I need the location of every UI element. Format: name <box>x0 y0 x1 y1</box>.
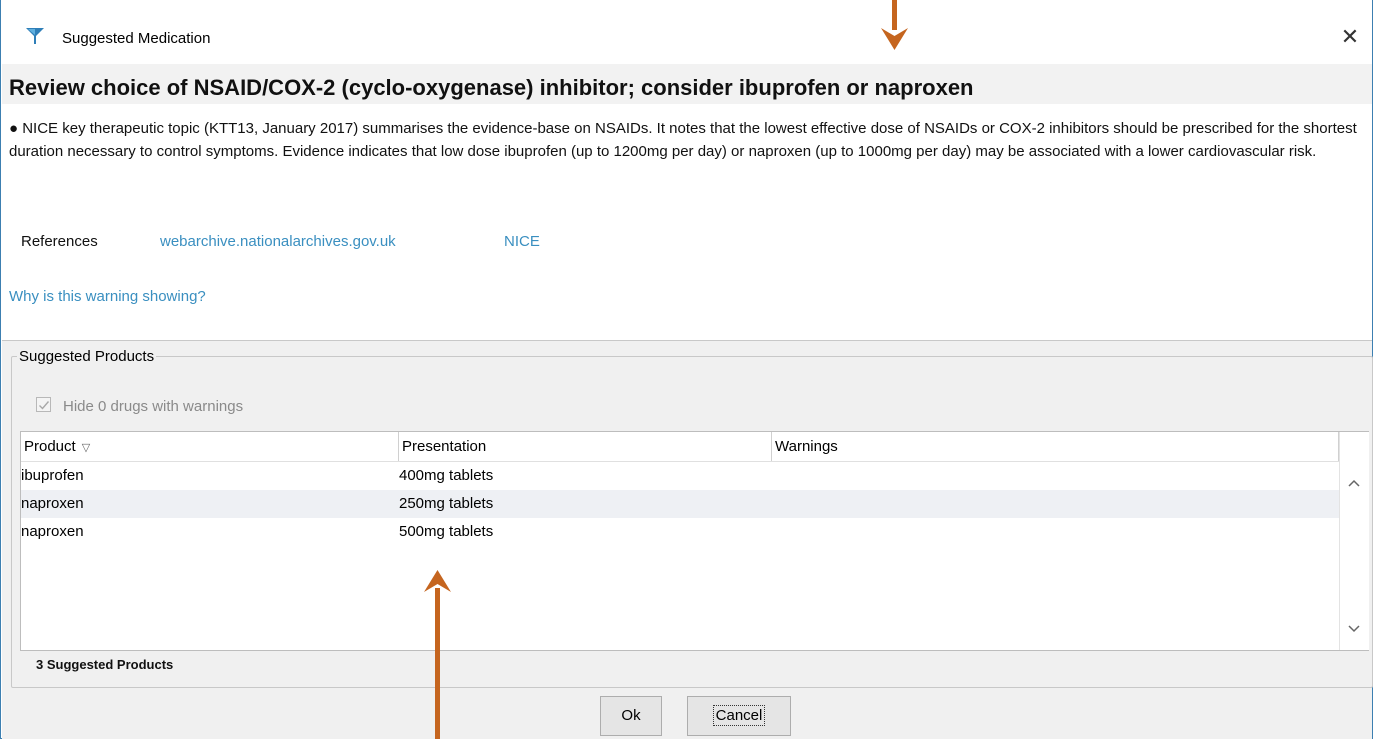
scroll-up-icon[interactable] <box>1348 474 1360 490</box>
hide-warnings-checkbox[interactable] <box>36 397 51 412</box>
reference-link-nice[interactable]: NICE <box>504 233 540 250</box>
close-button[interactable]: ✕ <box>1335 22 1365 52</box>
scroll-down-icon[interactable] <box>1348 620 1360 636</box>
hide-warnings-label: Hide 0 drugs with warnings <box>63 398 244 415</box>
window-title: Suggested Medication <box>62 30 211 47</box>
dialog-window: Suggested Medication ✕ Review choice of … <box>0 0 1373 739</box>
column-header-label: Product <box>24 438 76 455</box>
ok-button-label: Ok <box>621 707 641 724</box>
table-row[interactable]: ibuprofen 400mg tablets <box>21 462 1339 490</box>
product-cell: naproxen <box>21 523 84 540</box>
alert-body: ● NICE key therapeutic topic (KTT13, Jan… <box>9 120 1357 160</box>
column-header-warnings[interactable]: Warnings <box>772 432 1339 461</box>
table-row[interactable]: naproxen 500mg tablets <box>21 518 1339 546</box>
sort-descending-icon: ▽ <box>81 442 91 454</box>
column-header-label: Warnings <box>775 438 838 455</box>
ok-button[interactable]: Ok <box>600 696 662 736</box>
product-cell: ibuprofen <box>21 467 84 484</box>
presentation-cell: 250mg tablets <box>399 495 494 512</box>
cancel-button[interactable]: Cancel <box>687 696 791 736</box>
table-row[interactable]: naproxen 250mg tablets <box>21 490 1339 518</box>
suggested-products-label: Suggested Products <box>17 348 157 365</box>
checkmark-icon <box>39 401 50 410</box>
why-warning-link[interactable]: Why is this warning showing? <box>9 288 206 305</box>
table-header: Product ▽ Presentation Warnings <box>21 432 1339 462</box>
cancel-button-label: Cancel <box>712 705 766 726</box>
close-icon[interactable]: ✕ <box>1341 24 1359 49</box>
references-label: References <box>21 233 98 250</box>
column-header-label: Presentation <box>402 438 487 455</box>
alert-heading: Review choice of NSAID/COX-2 (cyclo-oxyg… <box>9 75 974 100</box>
presentation-cell: 500mg tablets <box>399 523 494 540</box>
products-table: Product ▽ Presentation Warnings ibuprofen… <box>20 431 1369 651</box>
table-scrollbar[interactable] <box>1339 432 1369 650</box>
product-cell: naproxen <box>21 495 84 512</box>
column-header-presentation[interactable]: Presentation <box>399 432 772 461</box>
reference-link-webarchive[interactable]: webarchive.nationalarchives.gov.uk <box>160 233 396 250</box>
column-header-product[interactable]: Product ▽ <box>21 432 399 461</box>
suggested-products-count: 3 Suggested Products <box>36 657 174 672</box>
title-bar: Suggested Medication ✕ <box>1 0 1372 49</box>
presentation-cell: 400mg tablets <box>399 467 494 484</box>
funnel-app-icon <box>25 26 45 46</box>
